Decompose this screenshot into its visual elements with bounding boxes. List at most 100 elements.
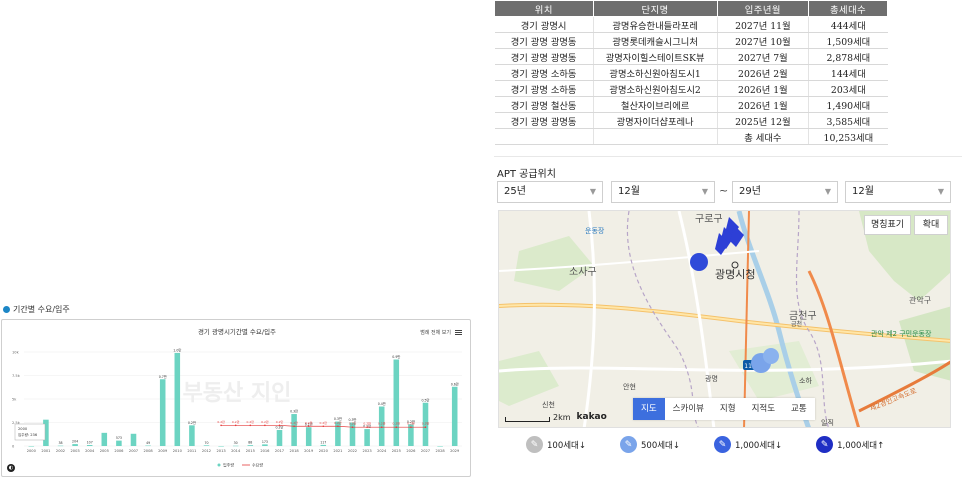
map-label-geumcheon-ic: 금천: [791, 320, 802, 328]
kakao-logo: kakao: [576, 412, 607, 422]
map-tab-2[interactable]: 지형: [712, 398, 744, 420]
bar: [159, 379, 166, 446]
line-data-label: 0.2만: [334, 420, 342, 425]
cell-move-in: 2027년 11월: [717, 16, 810, 33]
table-header-row: 위치 단지명 입주년월 총세대수: [494, 0, 888, 17]
pin-light-blue-icon: ✎: [620, 436, 637, 453]
hamburger-icon: [455, 330, 462, 335]
bar-data-label: 38: [58, 441, 62, 445]
cell-complex: 광명롯데캐슬시그니처: [593, 32, 718, 49]
map-type-tabs: 지도 스카이뷰 지형 지적도 교통: [633, 398, 815, 420]
cell-complex: 광명소하신원아침도시2: [593, 80, 718, 97]
legend-1000-plus-label: 1,000세대↑: [837, 440, 885, 451]
table-row: 경기 광명 광명동 광명자이힐스테이트SK뷰 2027년 7월 2,878세대: [494, 48, 888, 65]
name-toggle-button[interactable]: 명칭표기: [864, 215, 911, 235]
legend-500-label: 500세대↓: [641, 440, 680, 451]
line-data-label: 0.2만: [407, 421, 415, 426]
map-tab-3[interactable]: 지적도: [744, 398, 783, 420]
table-row: 경기 광명 철산동 철산자이브리에르 2026년 1월 1,490세대: [494, 96, 888, 113]
x-tick-label: 2023: [363, 449, 372, 453]
line-data-label: 0.2만: [247, 419, 255, 424]
cell-location: 경기 광명 광명동: [494, 48, 594, 65]
cell-move-in: 2026년 1월: [717, 96, 810, 113]
header-complex: 단지명: [592, 0, 718, 17]
empty-cell: [494, 128, 594, 145]
legend-100: ✎ 100세대↓: [526, 436, 586, 453]
legend-1000-minus-label: 1,000세대↓: [735, 440, 783, 451]
legend-500: ✎ 500세대↓: [620, 436, 680, 453]
zoom-button[interactable]: 확대: [914, 215, 948, 235]
x-tick-label: 2012: [202, 449, 211, 453]
bar-data-label: 0.4만: [378, 401, 386, 406]
section-bullet-icon: [3, 306, 10, 313]
bar: [393, 359, 400, 446]
x-tick-label: 2010: [173, 449, 183, 453]
x-tick-label: 2003: [71, 449, 80, 453]
map-tab-4[interactable]: 교통: [783, 398, 815, 420]
map-label-guro: 구로구: [695, 214, 723, 225]
map-label-sosa: 소사구: [569, 266, 597, 278]
tooltip-label: 입주량: 236: [18, 432, 38, 437]
cell-households: 3,585세대: [808, 112, 888, 129]
bar-data-label: 573: [116, 436, 122, 440]
apt-title: APT 공급위치: [497, 169, 556, 180]
x-tick-label: 2002: [56, 449, 65, 453]
tooltip-year: 2000: [18, 427, 28, 431]
legend-line-label: 수요량: [252, 462, 263, 468]
cell-location: 경기 광명 광명동: [494, 32, 594, 49]
table-total-row: 총 세대수 10,253세대: [494, 128, 888, 145]
total-value: 10,253세대: [808, 128, 888, 145]
marker-1000-minus-icon[interactable]: [690, 253, 708, 271]
cell-households: 1,490세대: [808, 96, 888, 113]
total-label: 총 세대수: [717, 128, 810, 145]
chart-watermark: 부동산 지인: [183, 381, 292, 406]
bar: [305, 427, 312, 446]
x-tick-label: 2000: [27, 449, 37, 453]
cell-location: 경기 광명 광명동: [494, 112, 594, 129]
bar: [130, 433, 137, 446]
bar-data-label: 1.0만: [173, 347, 181, 352]
from-month-select[interactable]: 12월 ▼: [611, 181, 715, 203]
to-month-select[interactable]: 12월 ▼: [845, 181, 951, 203]
from-month-value: 12월: [618, 186, 640, 197]
map-tab-1[interactable]: 스카이뷰: [665, 398, 712, 420]
cell-households: 1,509세대: [808, 32, 888, 49]
cell-households: 444세대: [808, 16, 888, 33]
table-body: 경기 광명시 광명유승한내들라포레 2027년 11월 444세대 경기 광명 광명동 광…: [494, 16, 888, 145]
map-label-gwangmyeong: 광명: [705, 374, 718, 383]
bar-data-label: 204: [72, 440, 78, 444]
empty-cell: [593, 128, 718, 145]
chevron-down-icon: ▼: [937, 187, 944, 196]
x-tick-label: 2026: [406, 449, 416, 453]
x-tick-label: 2029: [450, 449, 460, 453]
bar-data-label: 0.9만: [392, 354, 400, 359]
from-year-select[interactable]: 25년 ▼: [497, 181, 603, 203]
header-households: 총세대수: [808, 0, 888, 17]
line-data-label: 0.2만: [378, 421, 386, 426]
supply-map[interactable]: 110 소사구 구로구 광명시청 금천구 관악구 관악 제2 구민운동장 운동장…: [498, 210, 951, 428]
to-year-select[interactable]: 29년 ▼: [732, 181, 838, 203]
x-tick-label: 2024: [377, 449, 387, 453]
bar: [116, 440, 122, 446]
map-scale: 2km kakao: [505, 412, 607, 422]
cell-households: 144세대: [808, 64, 888, 81]
cell-location: 경기 광명시: [494, 16, 594, 33]
pin-blue-icon: ✎: [714, 436, 731, 453]
legend-1000-minus: ✎ 1,000세대↓: [714, 436, 782, 453]
legend-100-label: 100세대↓: [547, 440, 586, 451]
x-tick-label: 2022: [348, 449, 357, 453]
chevron-down-icon: ▼: [589, 187, 596, 196]
bar-data-label: 0.2만: [188, 420, 196, 425]
x-tick-label: 2011: [187, 449, 196, 453]
map-label-ilick: 일직: [821, 418, 834, 427]
map-label-soha: 소하: [799, 376, 812, 385]
x-tick-label: 2021: [333, 449, 342, 453]
bar: [101, 432, 108, 446]
x-tick-label: 2017: [275, 449, 284, 453]
chevron-down-icon: ▼: [824, 187, 831, 196]
bar: [28, 446, 35, 447]
line-data-label: 0.2만: [232, 419, 240, 424]
chart-legend-menu-button[interactable]: 범례 전체 보기: [420, 329, 462, 336]
pin-gray-icon: ✎: [526, 436, 543, 453]
map-tab-0[interactable]: 지도: [633, 398, 665, 420]
